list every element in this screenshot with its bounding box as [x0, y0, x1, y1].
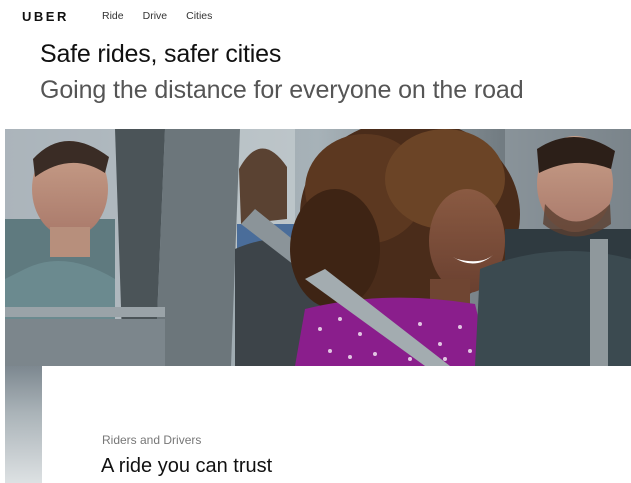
nav-link-drive[interactable]: Drive	[143, 10, 168, 22]
section-eyebrow: Riders and Drivers	[102, 433, 202, 447]
top-navigation: UBER Ride Drive Cities	[0, 0, 631, 30]
nav-link-cities[interactable]: Cities	[186, 10, 212, 22]
photo-edge-strip	[5, 366, 42, 483]
hero-photo-car-interior	[5, 129, 631, 366]
nav-links: Ride Drive Cities	[102, 10, 231, 22]
content-card: Riders and Drivers A ride you can trust	[42, 366, 631, 483]
nav-link-ride[interactable]: Ride	[102, 10, 124, 22]
hero-photo-illustration	[5, 129, 631, 366]
uber-logo[interactable]: UBER	[22, 9, 69, 24]
hero-subtitle: Going the distance for everyone on the r…	[40, 76, 524, 104]
hero-title: Safe rides, safer cities	[40, 40, 282, 68]
section-title: A ride you can trust	[101, 455, 273, 477]
